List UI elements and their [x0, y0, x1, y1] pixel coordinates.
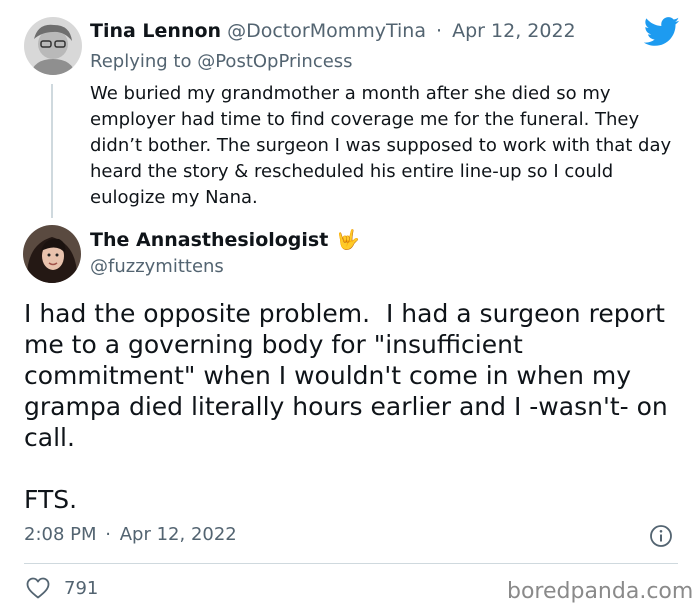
main-tweet-timestamp[interactable]: 2:08 PM · Apr 12, 2022 — [24, 524, 237, 545]
twitter-bird-icon — [644, 17, 680, 46]
main-tweet-time: 2:08 PM — [24, 524, 97, 545]
info-icon[interactable] — [649, 524, 673, 548]
divider — [24, 563, 678, 564]
heart-icon — [26, 577, 50, 599]
reply-tweet-text: We buried my grandmother a month after s… — [90, 83, 672, 208]
header-separator: · — [436, 20, 443, 42]
main-author-avatar[interactable] — [23, 225, 81, 283]
main-author-handle[interactable]: @fuzzymittens — [90, 256, 224, 277]
main-tweet-header: The Annasthesiologist 🤟 — [90, 228, 360, 252]
like-button[interactable]: 791 — [26, 577, 98, 599]
sign-of-horns-icon: 🤟 — [336, 229, 360, 251]
reply-tweet-header: Tina Lennon @DoctorMommyTina · Apr 12, 2… — [90, 20, 576, 42]
replying-to-mention[interactable]: @PostOpPrincess — [197, 51, 352, 72]
reply-author-handle[interactable]: @DoctorMommyTina — [227, 20, 426, 42]
like-count: 791 — [64, 577, 99, 599]
thread-connector-line — [51, 84, 53, 218]
replying-to-prefix: Replying to — [90, 51, 192, 72]
main-author-name[interactable]: The Annasthesiologist — [90, 229, 328, 251]
timestamp-separator: · — [105, 524, 111, 545]
reply-tweet-date[interactable]: Apr 12, 2022 — [452, 20, 576, 42]
boredpanda-watermark: boredpanda.com — [507, 579, 694, 604]
main-tweet-date: Apr 12, 2022 — [119, 524, 237, 545]
replying-to-line: Replying to @PostOpPrincess — [90, 51, 353, 72]
reply-author-name[interactable]: Tina Lennon — [90, 20, 221, 42]
main-tweet-text: I had the opposite problem. I had a surg… — [24, 299, 668, 514]
reply-author-avatar[interactable] — [24, 17, 82, 75]
